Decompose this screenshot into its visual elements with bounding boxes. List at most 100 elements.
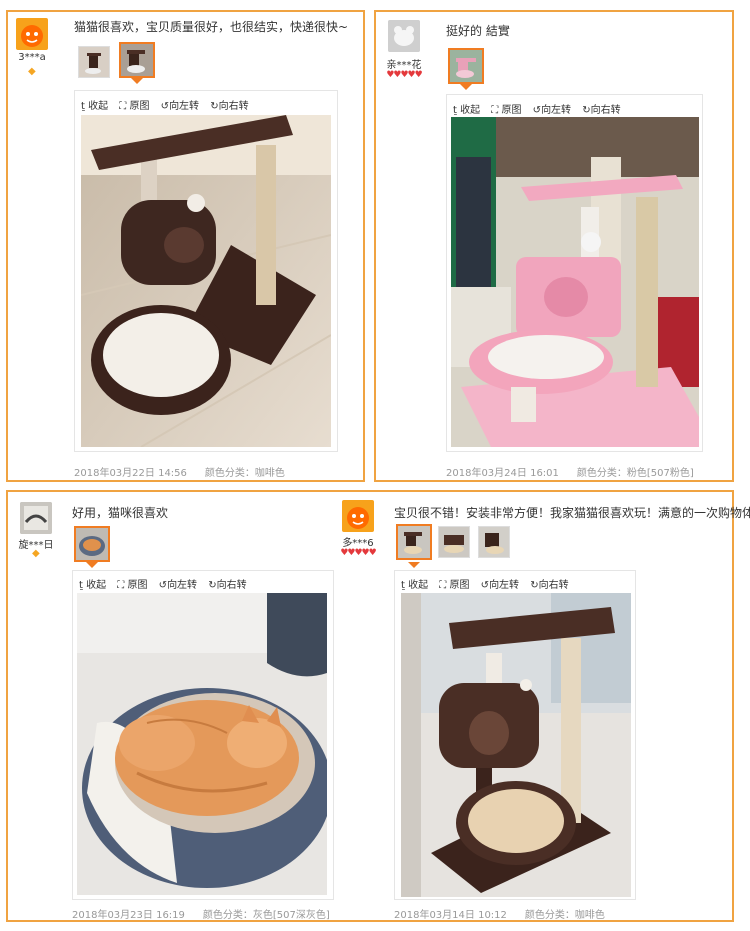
original-image-button[interactable]: ⛶ 原图	[439, 580, 469, 591]
review-meta: 2018年03月24日 16:01 颜色分类：粉色[507粉色]	[446, 464, 694, 479]
cat-in-bed-photo	[77, 593, 327, 895]
rotate-left-icon: ↺	[480, 580, 490, 591]
cat-tree-pink-photo	[451, 117, 699, 447]
original-image-button[interactable]: ⛶ 原图	[119, 101, 149, 112]
avatar[interactable]	[20, 502, 52, 534]
sku-value: 咖啡色	[574, 910, 605, 921]
sku-label: 颜色分类：	[202, 910, 253, 921]
user-level-hearts: ♥♥♥♥♥	[340, 548, 376, 558]
thumbnail-image	[404, 532, 422, 554]
rotate-right-icon: ↻	[210, 101, 219, 112]
review-thumbnail-selected[interactable]	[448, 48, 484, 84]
collapse-icon: ṯ	[401, 580, 405, 591]
rotate-right-icon: ↻	[208, 580, 217, 591]
user-level-hearts: ♥♥♥♥♥	[386, 70, 422, 80]
image-viewer: ṯ 收起 ⛶ 原图 ↺向左转 ↻向右转	[446, 94, 703, 452]
review-thumbnail-selected[interactable]	[74, 526, 110, 562]
expand-icon: ⛶	[119, 101, 127, 112]
cat-tree-brown-photo	[81, 115, 331, 447]
review-thumbnail[interactable]	[478, 526, 510, 558]
collapse-button[interactable]: ṯ 收起	[453, 105, 480, 116]
collapse-icon: ṯ	[79, 580, 83, 591]
username: 亲***花	[386, 60, 422, 71]
rotate-right-button[interactable]: ↻向右转	[210, 101, 248, 112]
rotate-left-button[interactable]: ↺向左转	[161, 101, 199, 112]
image-viewer: ṯ 收起 ⛶ 原图 ↺向左转 ↻向右转	[72, 570, 334, 900]
expand-icon: ⛶	[491, 105, 499, 116]
review-photo	[401, 593, 631, 897]
review-thumbnail-selected[interactable]	[119, 42, 155, 78]
collapse-icon: ṯ	[453, 105, 457, 116]
review-card: 亲***花 ♥♥♥♥♥ 挺好的 結實 ṯ 收起 ⛶ 原图 ↺向左转 ↻向右转 2…	[374, 10, 734, 482]
rotate-left-icon: ↺	[160, 101, 170, 112]
sku-label: 颜色分类：	[204, 468, 255, 479]
collapse-button[interactable]: ṯ 收起	[79, 580, 106, 591]
viewer-toolbar: ṯ 收起 ⛶ 原图 ↺向左转 ↻向右转	[81, 97, 257, 112]
vip-diamond-icon: ◆	[32, 548, 40, 559]
review-thumbnail[interactable]	[78, 46, 110, 78]
expand-icon: ⛶	[117, 580, 125, 591]
selected-thumbnail-arrow	[86, 562, 98, 568]
image-viewer: ṯ 收起 ⛶ 原图 ↺向左转 ↻向右转	[74, 90, 338, 452]
collapse-button[interactable]: ṯ 收起	[401, 580, 428, 591]
selected-thumbnail-arrow	[131, 78, 143, 84]
review-thumbnail-selected[interactable]	[396, 524, 432, 560]
avatar[interactable]	[16, 18, 48, 50]
user-avatar-icon	[21, 25, 43, 47]
image-viewer: ṯ 收起 ⛶ 原图 ↺向左转 ↻向右转	[394, 570, 636, 900]
viewer-toolbar: ṯ 收起 ⛶ 原图 ↺向左转 ↻向右转	[453, 101, 629, 116]
thumbnail-image	[485, 533, 504, 554]
sku-value: 灰色[507深灰色]	[252, 910, 330, 921]
avatar[interactable]	[342, 500, 374, 532]
rotate-right-icon: ↻	[582, 105, 591, 116]
rotate-left-icon: ↺	[532, 105, 542, 116]
rotate-right-icon: ↻	[530, 580, 539, 591]
review-date: 2018年03月14日 10:12	[394, 910, 507, 921]
review-comment: 猫猫很喜欢，宝贝质量很好，也很结实，快递很快~	[74, 20, 349, 34]
username: 多***6	[342, 538, 374, 549]
rotate-left-button[interactable]: ↺向左转	[481, 580, 519, 591]
review-meta: 2018年03月14日 10:12 颜色分类：咖啡色	[394, 906, 605, 921]
review-card-double: 旋***日 ◆ 好用，猫咪很喜欢 ṯ 收起 ⛶ 原图 ↺向左转 ↻向右转 201…	[6, 490, 750, 922]
sku-value: 咖啡色	[254, 468, 285, 479]
cat-tree-brown-room-photo	[401, 593, 631, 897]
review-photo	[81, 115, 331, 447]
review-thumbnail[interactable]	[438, 526, 470, 558]
username: 3***a	[18, 52, 46, 63]
viewer-toolbar: ṯ 收起 ⛶ 原图 ↺向左转 ↻向右转	[79, 576, 255, 591]
rotate-right-button[interactable]: ↻向右转	[582, 105, 620, 116]
thumbnail-image	[444, 535, 464, 553]
original-image-button[interactable]: ⛶ 原图	[491, 105, 521, 116]
review-date: 2018年03月23日 16:19	[72, 910, 185, 921]
thumbnail-image	[456, 58, 476, 78]
thumbnail-image	[127, 50, 145, 73]
review-meta: 2018年03月23日 16:19 颜色分类：灰色[507深灰色]	[72, 906, 330, 921]
review-photo	[451, 117, 699, 447]
sku-value: 粉色[507粉色]	[626, 468, 694, 479]
review-comment: 宝贝很不错！安装非常方便！我家猫猫很喜欢玩！满意的一次购物体验！	[394, 506, 750, 520]
rotate-right-button[interactable]: ↻向右转	[208, 580, 246, 591]
collapse-button[interactable]: ṯ 收起	[81, 101, 108, 112]
viewer-toolbar: ṯ 收起 ⛶ 原图 ↺向左转 ↻向右转	[401, 576, 577, 591]
vip-diamond-icon: ◆	[28, 66, 36, 77]
original-image-button[interactable]: ⛶ 原图	[117, 580, 147, 591]
rotate-left-button[interactable]: ↺向左转	[159, 580, 197, 591]
thumbnail-image	[79, 536, 105, 556]
rotate-left-button[interactable]: ↺向左转	[533, 105, 571, 116]
selected-thumbnail-arrow	[408, 562, 420, 568]
review-card: 3***a ◆ 猫猫很喜欢，宝贝质量很好，也很结实，快递很快~ ṯ 收起 ⛶ 原…	[6, 10, 365, 482]
review-date: 2018年03月22日 14:56	[74, 468, 187, 479]
review-meta: 2018年03月22日 14:56 颜色分类：咖啡色	[74, 464, 285, 479]
sku-label: 颜色分类：	[576, 468, 627, 479]
user-avatar-icon	[388, 20, 420, 52]
review-date: 2018年03月24日 16:01	[446, 468, 559, 479]
avatar[interactable]	[388, 20, 420, 52]
user-avatar-icon	[20, 502, 52, 534]
rotate-right-button[interactable]: ↻向右转	[530, 580, 568, 591]
review-comment: 挺好的 結實	[446, 24, 510, 38]
expand-icon: ⛶	[439, 580, 447, 591]
collapse-icon: ṯ	[81, 101, 85, 112]
review-comment: 好用，猫咪很喜欢	[72, 506, 169, 520]
user-avatar-icon	[347, 507, 369, 529]
review-photo	[77, 593, 327, 895]
